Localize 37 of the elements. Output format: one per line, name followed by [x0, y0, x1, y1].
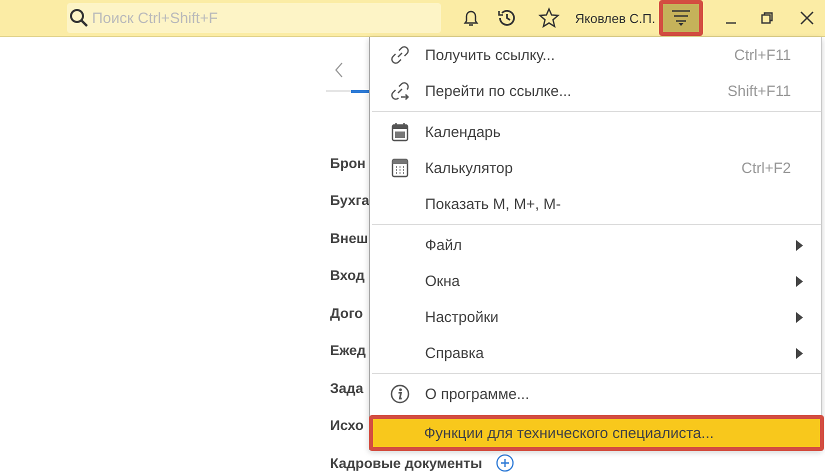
main-menu-button[interactable] — [659, 0, 704, 36]
menu-item[interactable]: Окна — [370, 263, 821, 299]
menu-item[interactable]: Справка — [370, 335, 821, 371]
menu-item[interactable]: Перейти по ссылке... Shift+F11 — [370, 73, 821, 109]
bell-icon[interactable] — [461, 8, 481, 28]
menu-item[interactable]: Файл — [370, 227, 821, 263]
user-name[interactable]: Яковлев С.П. — [575, 10, 656, 26]
calculator-icon — [391, 158, 409, 178]
close-icon[interactable] — [799, 10, 816, 26]
section-link[interactable]: Внеш — [330, 230, 368, 246]
link-icon — [390, 45, 410, 65]
back-chevron-icon[interactable] — [334, 61, 344, 79]
link-arrow-icon — [390, 81, 410, 101]
menu-item[interactable]: Показать M, M+, M- — [370, 186, 821, 222]
info-icon — [390, 384, 410, 404]
menu-item[interactable]: Калькулятор Ctrl+F2 — [370, 150, 821, 186]
section-link[interactable]: Кадровые документы — [330, 454, 482, 471]
menu-item[interactable]: Календарь — [370, 114, 821, 150]
history-icon[interactable] — [496, 7, 518, 29]
search-field[interactable]: Поиск Ctrl+Shift+F — [67, 3, 441, 33]
section-link[interactable]: Брон — [330, 154, 366, 171]
section-link[interactable]: Бухга — [330, 192, 370, 208]
menu-item[interactable]: Настройки — [370, 299, 821, 335]
menu-item[interactable]: Функции для технического специалиста... — [369, 415, 824, 451]
section-link[interactable]: Исхо — [330, 417, 364, 434]
menu-item[interactable]: Получить ссылку... Ctrl+F11 — [370, 37, 821, 73]
menu-item[interactable]: О программе... — [370, 376, 821, 412]
section-link[interactable]: Дого — [330, 304, 363, 321]
section-link[interactable]: Зада — [330, 380, 364, 396]
search-icon — [69, 8, 89, 28]
section-link[interactable]: Вход — [330, 267, 365, 284]
restore-icon[interactable] — [759, 10, 776, 26]
section-link[interactable]: Ежед — [330, 342, 366, 358]
menu-icon — [671, 9, 692, 27]
calendar-icon — [391, 122, 409, 142]
add-icon[interactable] — [496, 454, 514, 472]
star-icon[interactable] — [538, 7, 560, 29]
